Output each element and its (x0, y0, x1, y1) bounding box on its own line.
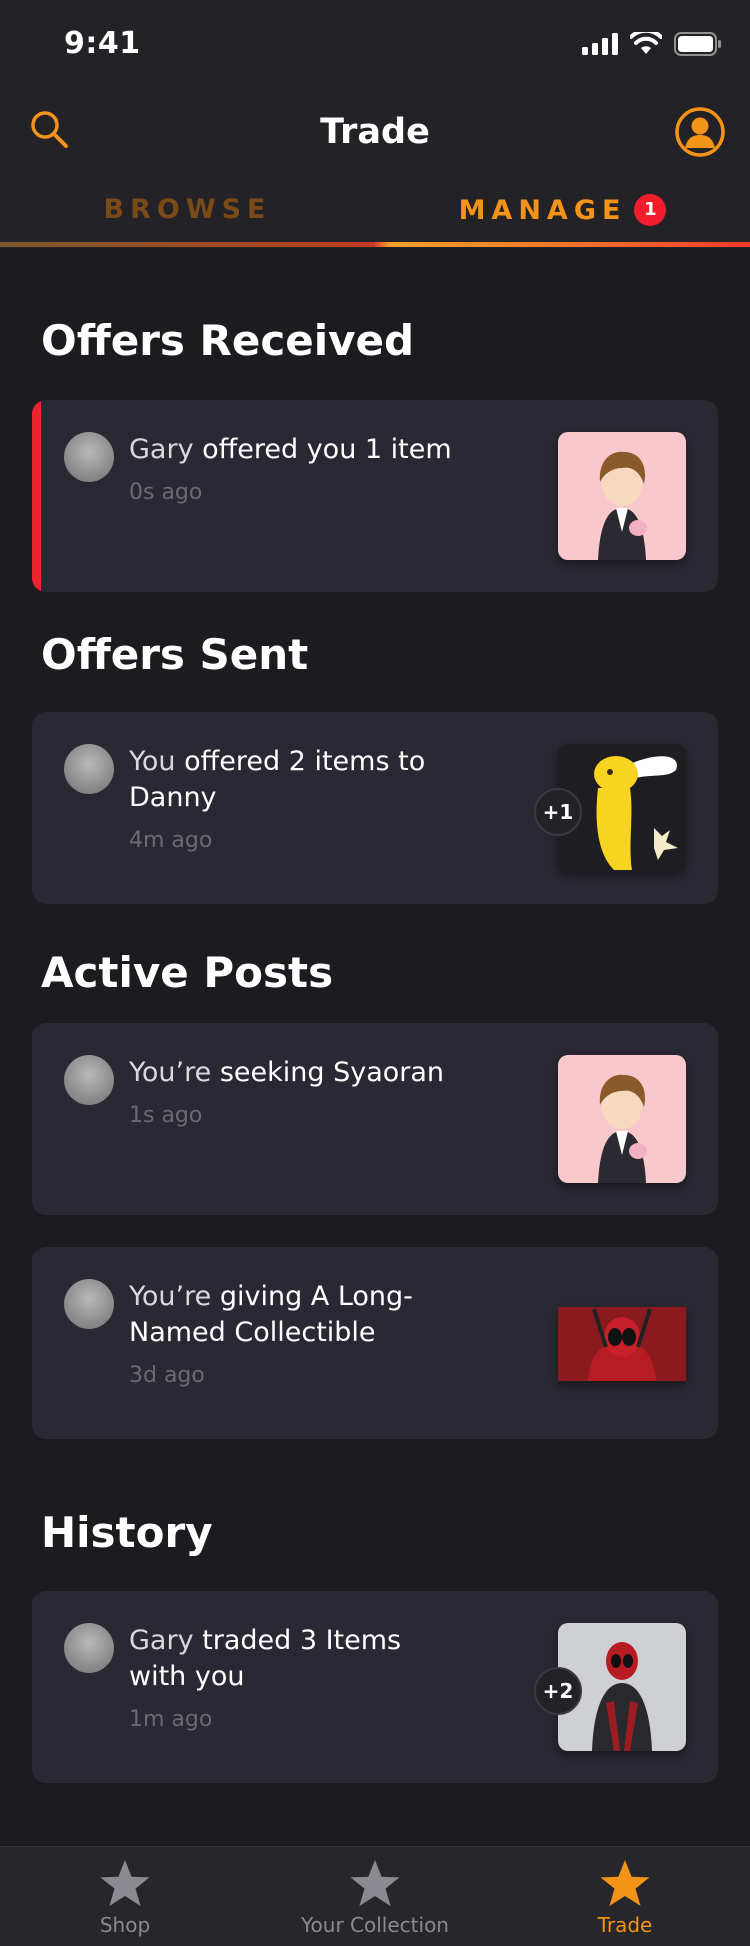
signal-icon (582, 33, 618, 55)
avatar (64, 1055, 114, 1105)
tab-browse[interactable]: BROWSE (0, 190, 375, 248)
item-thumbnail (558, 1307, 686, 1381)
card-time: 3d ago (129, 1363, 205, 1388)
card-message: Gary traded 3 Items with you (129, 1623, 459, 1695)
section-title-offers-sent: Offers Sent (41, 630, 309, 679)
tab-your-collection[interactable]: Your Collection (250, 1847, 500, 1946)
card-actor: You’re (129, 1057, 212, 1088)
trade-tabs: BROWSE MANAGE 1 (0, 190, 750, 248)
card-actor: Gary (129, 434, 194, 465)
star-icon (100, 1860, 150, 1906)
tab-manage[interactable]: MANAGE 1 (375, 190, 750, 248)
card-time: 0s ago (129, 480, 203, 505)
card-action: seeking Syaoran (211, 1057, 445, 1088)
item-thumbnail (558, 1055, 686, 1183)
item-thumbnail (558, 432, 686, 560)
extra-items-badge: +2 (534, 1667, 582, 1715)
avatar (64, 744, 114, 794)
star-icon (600, 1860, 650, 1906)
syaoran-image (558, 1055, 686, 1183)
deadpool-image (558, 1307, 686, 1381)
card-actor: You (129, 746, 176, 777)
card-time: 1s ago (129, 1103, 203, 1128)
tab-shop[interactable]: Shop (0, 1847, 250, 1946)
notification-badge: 1 (634, 194, 667, 226)
profile-button[interactable] (674, 106, 726, 158)
card-message: You’re seeking Syaoran (129, 1055, 459, 1091)
avatar (64, 1279, 114, 1329)
active-post-card[interactable]: You’re giving A Long-Named Collectible 3… (32, 1247, 718, 1439)
history-card[interactable]: Gary traded 3 Items with you 1m ago +2 (32, 1591, 718, 1783)
section-title-active-posts: Active Posts (41, 948, 334, 997)
avatar (64, 432, 114, 482)
card-time: 1m ago (129, 1707, 213, 1732)
tab-shop-label: Shop (99, 1913, 151, 1937)
tab-underline (0, 242, 375, 247)
tab-browse-label: BROWSE (103, 194, 272, 225)
syaoran-image (558, 432, 686, 560)
card-time: 4m ago (129, 828, 213, 853)
card-actor: Gary (129, 1625, 194, 1656)
bottom-tab-bar: Shop Your Collection Trade (0, 1846, 750, 1946)
tab-trade-label: Trade (597, 1913, 653, 1937)
status-time: 9:41 (64, 26, 141, 61)
profile-icon (675, 107, 725, 157)
wifi-icon (630, 32, 662, 54)
section-title-history: History (41, 1508, 213, 1557)
card-message: Gary offered you 1 item (129, 432, 459, 468)
star-icon (350, 1860, 400, 1906)
status-icons (582, 32, 722, 56)
page-title: Trade (320, 112, 430, 152)
card-action: offered you 1 item (193, 434, 452, 465)
section-title-offers-received: Offers Received (41, 316, 415, 365)
offer-sent-card[interactable]: You offered 2 items to Danny 4m ago +1 (32, 712, 718, 904)
battery-icon (674, 32, 721, 56)
tab-trade[interactable]: Trade (500, 1847, 750, 1946)
tab-your-collection-label: Your Collection (301, 1913, 449, 1937)
card-actor: You’re (129, 1281, 212, 1312)
offer-received-card[interactable]: Gary offered you 1 item 0s ago (32, 400, 718, 592)
extra-items-badge: +1 (534, 788, 582, 836)
header: 9:41 Trade BROWSE MANAGE 1 (0, 0, 750, 248)
card-message: You offered 2 items to Danny (129, 744, 459, 816)
active-post-card[interactable]: You’re seeking Syaoran 1s ago (32, 1023, 718, 1215)
card-message: You’re giving A Long-Named Collectible (129, 1279, 459, 1351)
avatar (64, 1623, 114, 1673)
tab-manage-label: MANAGE (458, 195, 627, 226)
